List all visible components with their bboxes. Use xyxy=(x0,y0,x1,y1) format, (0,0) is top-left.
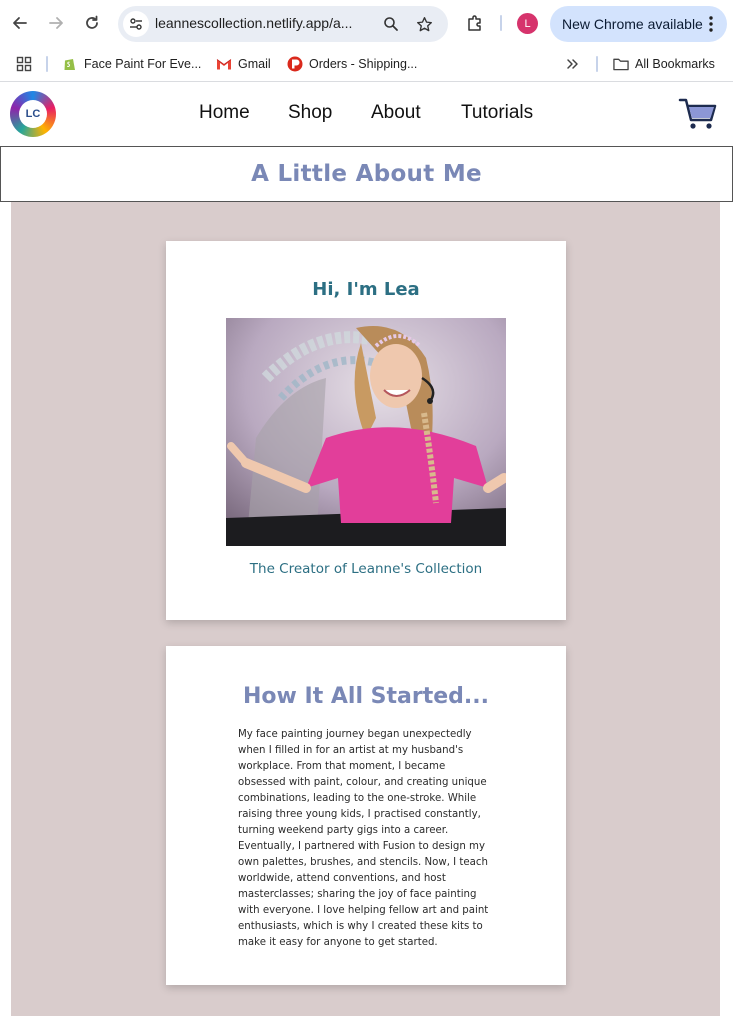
update-label: New Chrome available xyxy=(562,16,703,32)
folder-icon xyxy=(613,56,629,72)
extensions-icon[interactable] xyxy=(463,11,487,35)
kebab-menu-icon[interactable] xyxy=(704,14,718,34)
site-logo[interactable]: LC xyxy=(10,91,56,137)
nav-shop[interactable]: Shop xyxy=(288,102,332,124)
tune-icon[interactable] xyxy=(123,11,149,37)
reload-icon[interactable] xyxy=(80,11,104,35)
toolbar-divider xyxy=(500,15,502,31)
logo-text: LC xyxy=(19,100,47,128)
intro-card: Hi, I'm Lea The Creator of Leanne's Coll… xyxy=(166,241,566,620)
story-body: My face painting journey began unexpecte… xyxy=(238,729,489,948)
url-text[interactable]: leannescollection.netlify.app/a... xyxy=(155,15,352,31)
zoom-icon[interactable] xyxy=(380,13,402,35)
site-header: LC Home Shop About Tutorials xyxy=(0,82,733,146)
apps-grid-icon[interactable] xyxy=(16,54,32,74)
page-title: A Little About Me xyxy=(251,161,482,187)
chrome-update-button[interactable]: New Chrome available xyxy=(550,6,727,42)
back-arrow-icon[interactable] xyxy=(8,11,32,35)
canada-post-icon xyxy=(287,56,303,72)
main-content: Hi, I'm Lea The Creator of Leanne's Coll… xyxy=(11,202,720,1016)
bookmarks-divider xyxy=(46,56,48,72)
bookmark-face-paint[interactable]: Face Paint For Eve... xyxy=(62,54,201,74)
page-banner: A Little About Me xyxy=(0,146,733,202)
shopify-icon xyxy=(62,56,78,72)
bookmark-label: Face Paint For Eve... xyxy=(84,57,202,71)
gmail-icon xyxy=(216,56,232,72)
profile-avatar[interactable]: L xyxy=(517,13,538,34)
bookmark-gmail[interactable]: Gmail xyxy=(216,54,271,74)
story-title: How It All Started... xyxy=(243,684,489,709)
nav-about[interactable]: About xyxy=(371,102,421,124)
bookmark-orders-shipping[interactable]: Orders - Shipping... xyxy=(287,54,417,74)
bookmark-label: Orders - Shipping... xyxy=(309,57,418,71)
nav-home[interactable]: Home xyxy=(199,102,250,124)
bookmark-label: Gmail xyxy=(238,57,271,71)
nav-tutorials[interactable]: Tutorials xyxy=(461,102,533,124)
intro-title: Hi, I'm Lea xyxy=(312,279,420,300)
story-card: How It All Started... My face painting j… xyxy=(166,646,566,985)
cart-icon[interactable] xyxy=(678,96,718,132)
intro-caption: The Creator of Leanne's Collection xyxy=(249,561,483,577)
bookmarks-bar: Face Paint For Eve... Gmail Orders - Shi… xyxy=(0,46,733,82)
star-icon[interactable] xyxy=(413,13,435,35)
all-bookmarks[interactable]: All Bookmarks xyxy=(613,54,715,74)
address-bar[interactable]: leannescollection.netlify.app/a... xyxy=(118,6,448,42)
chevron-more-icon[interactable] xyxy=(566,54,580,74)
all-bookmarks-label: All Bookmarks xyxy=(635,57,715,71)
bookmarks-divider xyxy=(596,56,598,72)
profile-photo xyxy=(226,318,506,546)
browser-toolbar: leannescollection.netlify.app/a... L New… xyxy=(0,0,733,46)
forward-arrow-icon[interactable] xyxy=(44,11,68,35)
